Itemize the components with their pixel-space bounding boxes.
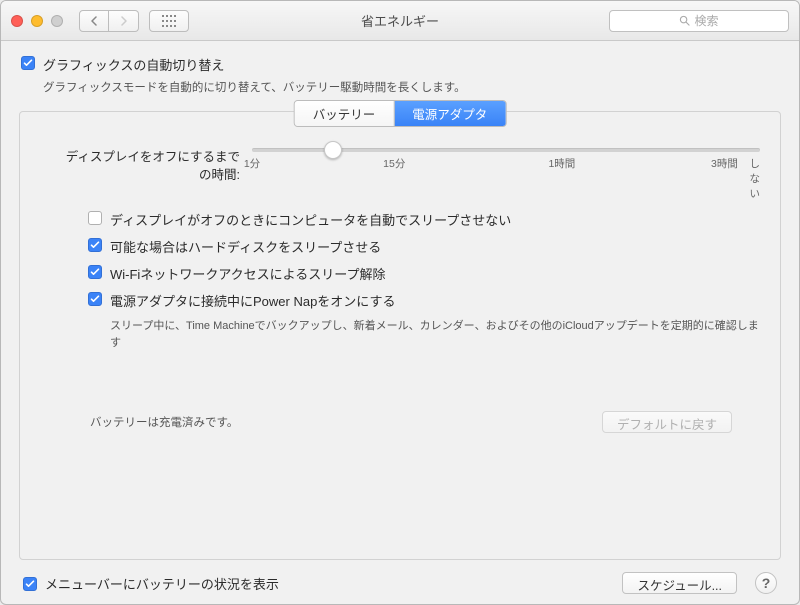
traffic-lights (11, 15, 63, 27)
battery-status: バッテリーは充電済みです。 (90, 414, 238, 430)
option-sub-3: スリープ中に、Time Machineでバックアップし、新着メール、カレンダー、… (110, 318, 760, 351)
slider-tick: 1分 (244, 156, 260, 171)
settings-panel: バッテリー 電源アダプタ ディスプレイをオフにするまで の時間: 1分15分1時… (19, 111, 781, 560)
search-icon (679, 15, 690, 26)
restore-defaults-button[interactable]: デフォルトに戻す (602, 411, 732, 433)
option-checkbox-3[interactable] (88, 292, 102, 306)
slider-tick: 1時間 (548, 156, 575, 171)
titlebar: 省エネルギー 検索 (1, 1, 799, 41)
slider-tick: 3時間 (711, 156, 738, 171)
option-row-1: 可能な場合はハードディスクをスリープさせる (88, 237, 760, 256)
graphics-auto-switch-desc: グラフィックスモードを自動的に切り替えて、バッテリー駆動時間を長くします。 (43, 79, 466, 95)
schedule-button[interactable]: スケジュール... (622, 572, 737, 594)
display-sleep-row: ディスプレイをオフにするまで の時間: 1分15分1時間3時間しない (40, 148, 760, 184)
power-source-tabs: バッテリー 電源アダプタ (294, 100, 507, 127)
forward-button[interactable] (109, 10, 139, 32)
option-checkbox-0[interactable] (88, 211, 102, 225)
show-all-button[interactable] (149, 10, 189, 32)
option-checkbox-1[interactable] (88, 238, 102, 252)
option-row-2: Wi-Fiネットワークアクセスによるスリープ解除 (88, 264, 760, 283)
minimize-window-button[interactable] (31, 15, 43, 27)
option-label-0: ディスプレイがオフのときにコンピュータを自動でスリープさせない (110, 210, 511, 229)
show-menubar-battery-label: メニューバーにバッテリーの状況を表示 (45, 574, 279, 593)
back-button[interactable] (79, 10, 109, 32)
nav-back-forward (79, 10, 139, 32)
tab-power-adapter[interactable]: 電源アダプタ (393, 101, 505, 126)
show-menubar-battery-checkbox[interactable] (23, 577, 37, 591)
search-placeholder: 検索 (694, 12, 718, 29)
option-label-3: 電源アダプタに接続中にPower Napをオンにする (110, 291, 395, 310)
option-checkbox-2[interactable] (88, 265, 102, 279)
display-sleep-label: ディスプレイをオフにするまで の時間: (40, 148, 240, 184)
search-field[interactable]: 検索 (609, 10, 789, 32)
graphics-auto-switch-checkbox[interactable] (21, 56, 35, 70)
tab-battery[interactable]: バッテリー (295, 101, 394, 126)
bottom-row: メニューバーにバッテリーの状況を表示 スケジュール... ? (19, 572, 781, 594)
close-window-button[interactable] (11, 15, 23, 27)
prefs-window: 省エネルギー 検索 グラフィックスの自動切り替え グラフィックスモードを自動的に… (0, 0, 800, 605)
option-label-2: Wi-Fiネットワークアクセスによるスリープ解除 (110, 264, 386, 283)
help-button[interactable]: ? (755, 572, 777, 594)
content: グラフィックスの自動切り替え グラフィックスモードを自動的に切り替えて、バッテリ… (1, 41, 799, 604)
slider-ticks: 1分15分1時間3時間しない (252, 156, 760, 178)
graphics-auto-switch-row: グラフィックスの自動切り替え グラフィックスモードを自動的に切り替えて、バッテリ… (19, 55, 781, 95)
option-label-1: 可能な場合はハードディスクをスリープさせる (110, 237, 381, 256)
graphics-auto-switch-label: グラフィックスの自動切り替え (43, 55, 466, 74)
option-row-0: ディスプレイがオフのときにコンピュータを自動でスリープさせない (88, 210, 760, 229)
zoom-window-button[interactable] (51, 15, 63, 27)
panel-footer: バッテリーは充電済みです。 デフォルトに戻す (40, 411, 760, 437)
option-row-3: 電源アダプタに接続中にPower Napをオンにする (88, 291, 760, 310)
slider-tick: 15分 (383, 156, 405, 171)
options-list: ディスプレイがオフのときにコンピュータを自動でスリープさせない可能な場合はハード… (88, 210, 760, 351)
display-sleep-slider[interactable] (252, 148, 760, 152)
slider-tick: しない (750, 156, 761, 201)
